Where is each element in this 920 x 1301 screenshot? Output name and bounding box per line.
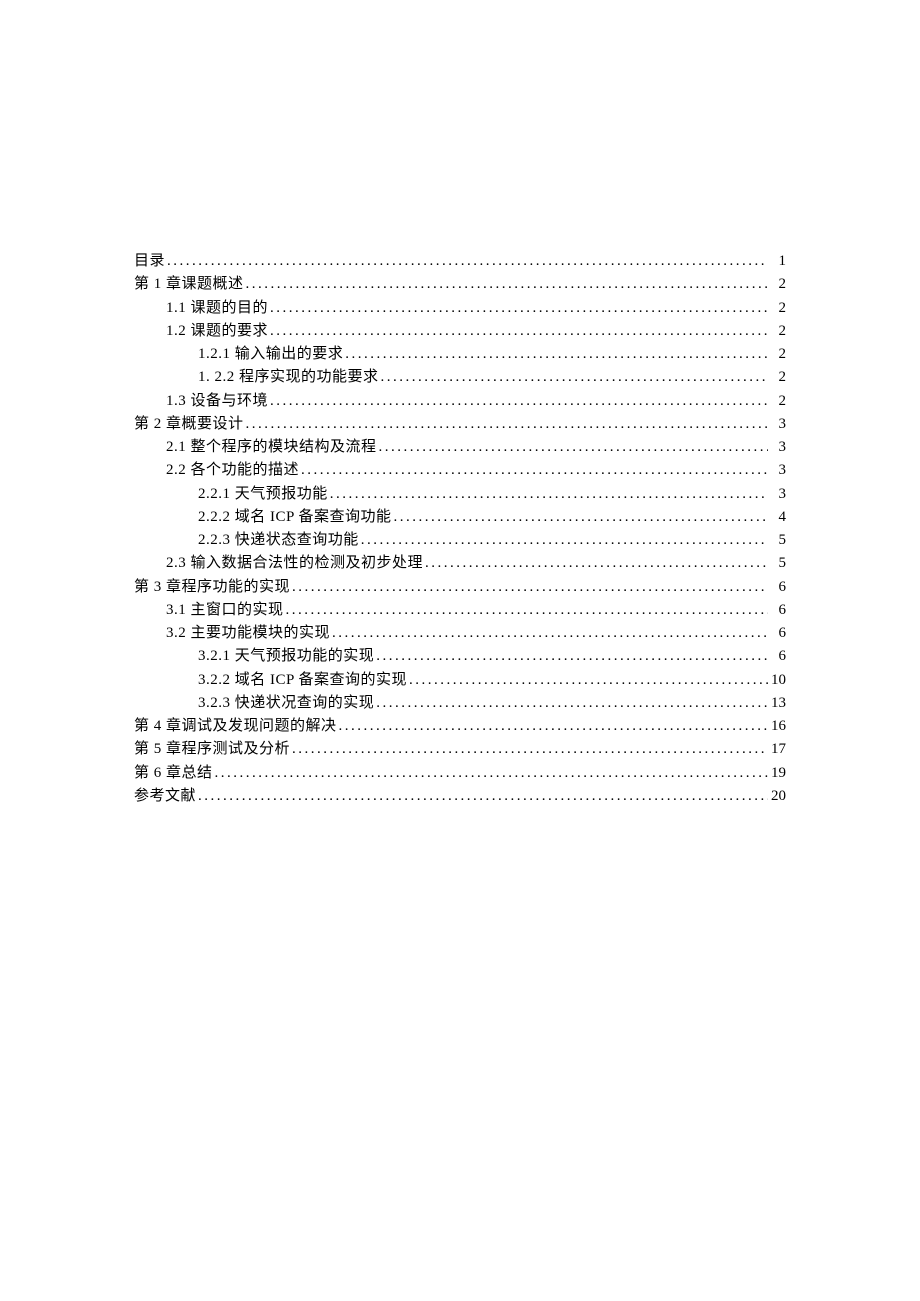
toc-label: 2.2.2 域名 ICP 备案查询功能 (198, 506, 392, 529)
toc-leader-dots (407, 669, 768, 692)
toc-entry: 3.2 主要功能模块的实现 6 (134, 622, 786, 645)
toc-entry: 2.2.2 域名 ICP 备案查询功能 4 (134, 506, 786, 529)
toc-entry: 2.2 各个功能的描述 3 (134, 459, 786, 482)
toc-label: 1. 2.2 程序实现的功能要求 (198, 366, 379, 389)
toc-entry: 第 1 章课题概述 2 (134, 273, 786, 296)
toc-entry: 2.2.3 快递状态查询功能 5 (134, 529, 786, 552)
toc-page-number: 3 (768, 413, 786, 436)
toc-leader-dots (379, 366, 768, 389)
toc-page-number: 17 (768, 738, 786, 761)
toc-label: 2.1 整个程序的模块结构及流程 (166, 436, 377, 459)
toc-label: 3.2.3 快递状况查询的实现 (198, 692, 374, 715)
toc-entry: 1. 2.2 程序实现的功能要求 2 (134, 366, 786, 389)
toc-leader-dots (244, 273, 768, 296)
toc-leader-dots (213, 762, 768, 785)
toc-label: 第 1 章课题概述 (134, 273, 244, 296)
toc-label: 2.2.1 天气预报功能 (198, 483, 328, 506)
toc-container: 目录1第 1 章课题概述21.1 课题的目的21.2 课题的要求21.2.1 输… (134, 250, 786, 808)
toc-leader-dots (165, 250, 768, 273)
toc-leader-dots (244, 413, 768, 436)
toc-page-number: 10 (768, 669, 786, 692)
toc-page-number: 19 (768, 762, 786, 785)
toc-leader-dots (290, 576, 768, 599)
toc-entry: 3.2.2 域名 ICP 备案查询的实现 10 (134, 669, 786, 692)
toc-leader-dots (268, 390, 768, 413)
toc-page-number: 3 (768, 459, 786, 482)
toc-page-number: 2 (768, 320, 786, 343)
toc-page-number: 6 (768, 576, 786, 599)
toc-page-number: 16 (768, 715, 786, 738)
toc-entry: 1.2 课题的要求 2 (134, 320, 786, 343)
toc-leader-dots (392, 506, 768, 529)
toc-label: 1.2 课题的要求 (166, 320, 268, 343)
toc-page-number: 2 (768, 390, 786, 413)
toc-label: 目录 (134, 250, 165, 273)
toc-leader-dots (377, 436, 768, 459)
toc-page-number: 2 (768, 297, 786, 320)
toc-entry: 第 4 章调试及发现问题的解决 16 (134, 715, 786, 738)
toc-page-number: 2 (768, 366, 786, 389)
toc-label: 参考文献 (134, 785, 196, 808)
toc-label: 第 5 章程序测试及分析 (134, 738, 290, 761)
toc-page-number: 5 (768, 529, 786, 552)
toc-entry: 1.2.1 输入输出的要求 2 (134, 343, 786, 366)
toc-label: 2.3 输入数据合法性的检测及初步处理 (166, 552, 423, 575)
toc-page-number: 6 (768, 622, 786, 645)
toc-entry: 3.2.3 快递状况查询的实现 13 (134, 692, 786, 715)
toc-entry: 目录 1 (134, 250, 786, 273)
toc-page-number: 20 (768, 785, 786, 808)
toc-label: 1.3 设备与环境 (166, 390, 268, 413)
toc-page-number: 6 (768, 599, 786, 622)
toc-leader-dots (330, 622, 768, 645)
toc-leader-dots (268, 297, 768, 320)
toc-entry: 第 6 章总结 19 (134, 762, 786, 785)
toc-label: 第 2 章概要设计 (134, 413, 244, 436)
toc-page-number: 2 (768, 273, 786, 296)
toc-page-number: 4 (768, 506, 786, 529)
toc-leader-dots (337, 715, 768, 738)
toc-page-number: 2 (768, 343, 786, 366)
toc-label: 3.2.2 域名 ICP 备案查询的实现 (198, 669, 407, 692)
toc-entry: 3.1 主窗口的实现 6 (134, 599, 786, 622)
toc-entry: 第 2 章概要设计 3 (134, 413, 786, 436)
toc-page-number: 3 (768, 483, 786, 506)
toc-leader-dots (423, 552, 768, 575)
toc-label: 第 6 章总结 (134, 762, 213, 785)
toc-leader-dots (268, 320, 768, 343)
toc-leader-dots (374, 692, 768, 715)
toc-entry: 1.3 设备与环境 2 (134, 390, 786, 413)
toc-label: 2.2.3 快递状态查询功能 (198, 529, 359, 552)
toc-entry: 第 5 章程序测试及分析 17 (134, 738, 786, 761)
toc-label: 1.1 课题的目的 (166, 297, 268, 320)
toc-label: 3.2.1 天气预报功能的实现 (198, 645, 374, 668)
toc-label: 1.2.1 输入输出的要求 (198, 343, 343, 366)
toc-leader-dots (374, 645, 768, 668)
toc-leader-dots (284, 599, 768, 622)
toc-entry: 2.1 整个程序的模块结构及流程 3 (134, 436, 786, 459)
toc-entry: 参考文献 20 (134, 785, 786, 808)
toc-entry: 3.2.1 天气预报功能的实现 6 (134, 645, 786, 668)
toc-label: 3.1 主窗口的实现 (166, 599, 284, 622)
toc-label: 2.2 各个功能的描述 (166, 459, 299, 482)
toc-page-number: 1 (768, 250, 786, 273)
toc-leader-dots (196, 785, 768, 808)
toc-leader-dots (328, 483, 768, 506)
toc-label: 第 4 章调试及发现问题的解决 (134, 715, 337, 738)
toc-entry: 2.2.1 天气预报功能 3 (134, 483, 786, 506)
toc-leader-dots (290, 738, 768, 761)
toc-leader-dots (299, 459, 768, 482)
toc-leader-dots (359, 529, 768, 552)
toc-entry: 2.3 输入数据合法性的检测及初步处理 5 (134, 552, 786, 575)
toc-page-number: 6 (768, 645, 786, 668)
toc-page-number: 5 (768, 552, 786, 575)
toc-label: 第 3 章程序功能的实现 (134, 576, 290, 599)
toc-label: 3.2 主要功能模块的实现 (166, 622, 330, 645)
toc-entry: 1.1 课题的目的 2 (134, 297, 786, 320)
toc-leader-dots (343, 343, 768, 366)
toc-page-number: 13 (768, 692, 786, 715)
toc-page-number: 3 (768, 436, 786, 459)
toc-entry: 第 3 章程序功能的实现 6 (134, 576, 786, 599)
